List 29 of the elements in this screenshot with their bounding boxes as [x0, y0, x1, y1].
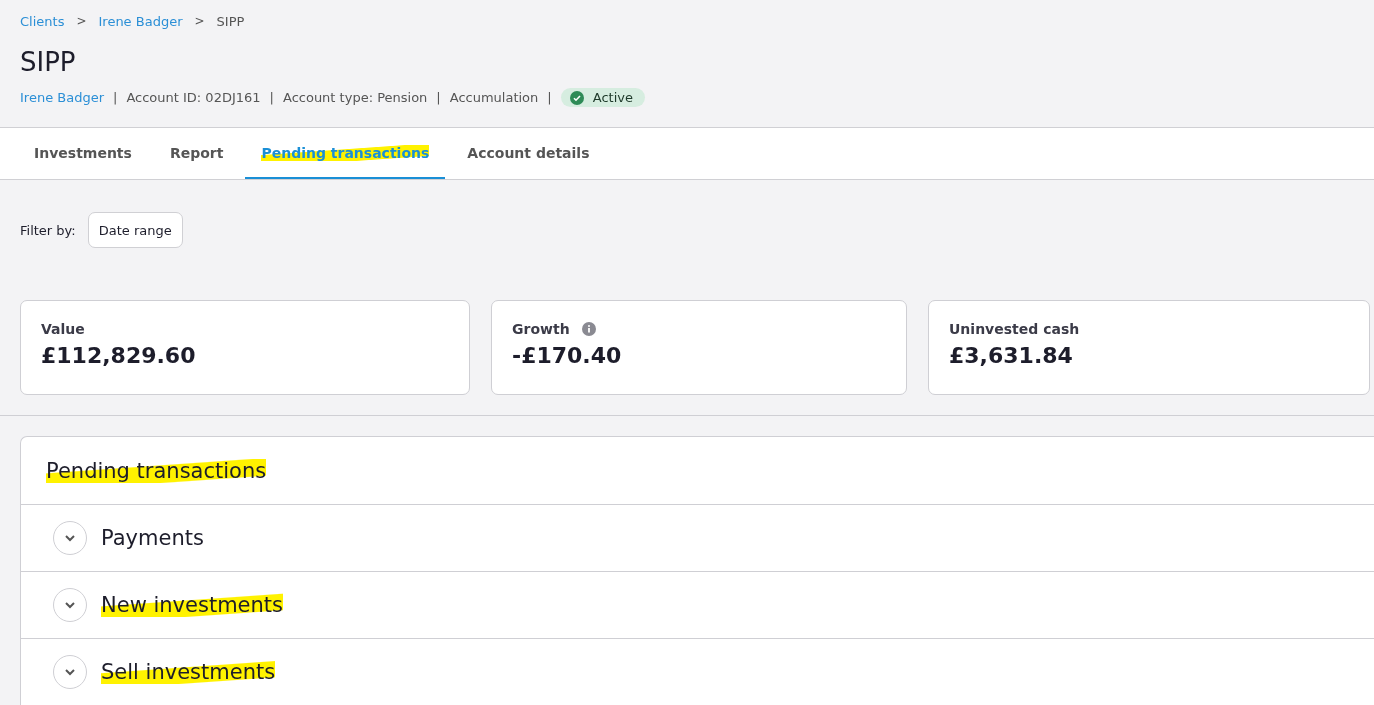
account-detail: Account type: Pension — [282, 90, 428, 105]
card-value: £3,631.84 — [949, 343, 1074, 368]
tab[interactable]: Investments — [18, 128, 148, 179]
tab[interactable]: Report — [153, 128, 240, 179]
section-title: Payments — [101, 526, 204, 550]
account-detail: Account ID: 02DJ161 — [126, 90, 261, 105]
expand-button[interactable] — [53, 655, 87, 689]
meta-separator: | — [436, 90, 441, 105]
meta-separator: | — [547, 90, 552, 105]
breadcrumb-separator: > — [76, 14, 87, 28]
card-label: Uninvested cash — [949, 321, 1080, 337]
expand-button[interactable] — [53, 521, 87, 555]
filter-label: Filter by: — [20, 222, 76, 238]
page-title: SIPP — [20, 46, 77, 79]
tab[interactable]: Account details — [451, 128, 606, 179]
breadcrumb-current: SIPP — [216, 13, 245, 29]
card-value: £112,829.60 — [41, 343, 197, 368]
breadcrumb-separator: > — [194, 14, 205, 28]
meta-separator: | — [113, 90, 118, 105]
account-detail: Accumulation — [449, 90, 539, 105]
card-label: Growth — [512, 321, 570, 337]
card-value: -£170.40 — [512, 343, 623, 368]
date-range-button[interactable]: Date range — [87, 212, 183, 248]
expand-button[interactable] — [53, 588, 87, 622]
meta-separator: | — [269, 90, 274, 105]
check-circle-icon — [569, 90, 584, 105]
card-label: Value — [41, 321, 85, 337]
status-badge: Active — [560, 88, 645, 107]
info-icon[interactable] — [581, 322, 596, 336]
